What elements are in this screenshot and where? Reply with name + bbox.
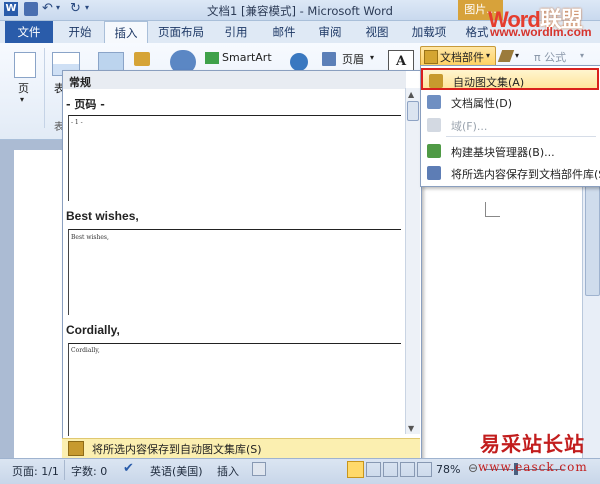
chevron-down-icon: ▾ [486,51,491,60]
status-page-count[interactable]: 页面: 1/1 [12,463,59,479]
menu-item-label: 构建基块管理器(B)... [451,146,555,159]
tab-references[interactable]: 引用 [214,21,258,43]
gallery-item-preview: Cordially, [71,347,100,354]
gallery-subheader: - 页码 - [66,98,105,111]
menu-item-building-blocks-organizer[interactable]: 构建基块管理器(B)... [421,140,599,162]
menu-item-autotext[interactable]: 自动图文集(A) [421,68,599,90]
menu-item-label: 将所选内容保存到文档部件库(S) [451,168,600,181]
hyperlink-icon[interactable] [290,53,308,71]
status-language[interactable]: 英语(美国) [150,463,203,479]
field-icon [427,118,441,132]
equation-button[interactable]: π 公式 [534,49,566,65]
margin-corner-mark [485,202,500,217]
menu-item-document-property[interactable]: 文档属性(D) [421,91,599,113]
print-layout-view-icon[interactable] [347,461,364,478]
gallery-item-best-wishes[interactable] [68,229,401,315]
status-divider [64,460,65,480]
zoom-out-icon[interactable]: ⊖ [468,461,478,475]
smartart-icon[interactable] [205,52,219,64]
status-insert-mode[interactable]: 插入 [217,463,239,479]
menu-separator [446,136,596,137]
chevron-down-icon[interactable]: ▾ [20,95,24,104]
smartart-button[interactable]: SmartArt [222,51,272,64]
header-button[interactable]: 页眉 [342,51,364,67]
tab-file[interactable]: 文件 [5,21,53,43]
vertical-scrollbar[interactable] [582,140,600,458]
gallery-item-preview: - 1 - [71,119,83,126]
save-to-autotext-label: 将所选内容保存到自动图文集库(S) [92,443,262,456]
pages-button-label[interactable]: 页 [18,80,29,96]
outline-view-icon[interactable] [400,462,415,477]
tab-home[interactable]: 开始 [58,21,102,43]
tab-addins[interactable]: 加载项 [403,21,455,43]
quick-parts-icon [424,50,438,64]
tab-view[interactable]: 视图 [355,21,399,43]
full-screen-reading-icon[interactable] [366,462,381,477]
watermark-site-name: 易采站长站 [480,432,585,456]
draft-view-icon[interactable] [417,462,432,477]
quick-parts-label: 文档部件 [440,51,484,64]
document-property-icon [427,95,441,109]
zoom-level[interactable]: 78% [436,463,460,476]
menu-item-save-to-quick-parts[interactable]: 将所选内容保存到文档部件库(S) [421,162,600,184]
scroll-down-icon[interactable]: ▼ [408,424,414,433]
watermark-site-url: www.easck.com [478,460,588,474]
clipart-icon[interactable] [134,52,150,66]
chevron-down-icon[interactable]: ▾ [370,53,374,62]
gallery-section-title: 常规 [69,76,91,89]
gallery-section-header [63,71,406,89]
gallery-scroll-thumb[interactable] [407,101,419,121]
menu-item-label: 域(F)... [451,120,488,133]
web-layout-icon[interactable] [383,462,398,477]
menu-item-field[interactable]: 域(F)... [421,114,599,136]
ribbon-divider [44,48,45,128]
gallery-item-preview: Best wishes, [71,234,109,241]
chevron-down-icon[interactable]: ▾ [580,51,584,60]
building-blocks-icon [427,144,441,158]
macro-record-icon[interactable] [252,462,266,476]
header-icon[interactable] [322,52,336,66]
menu-item-label: 文档属性(D) [451,97,513,110]
autotext-save-icon [68,441,84,456]
gallery-scrollbar[interactable] [405,88,420,434]
gallery-item-page-number[interactable] [68,115,401,201]
menu-item-label: 自动图文集(A) [453,76,525,89]
gallery-item-cordially[interactable] [68,343,401,436]
tab-page-layout[interactable]: 页面布局 [150,21,212,43]
watermark-url: www.wordlm.com [490,25,592,39]
tab-insert[interactable]: 插入 [104,21,148,44]
chevron-down-icon[interactable]: ▾ [515,51,519,60]
tab-mailings[interactable]: 邮件 [262,21,306,43]
autotext-icon [429,74,443,88]
gallery-item-title: Cordially, [66,323,120,337]
save-selection-icon [427,166,441,180]
cover-page-icon[interactable] [14,52,36,78]
scroll-up-icon[interactable]: ▲ [408,90,414,99]
gallery-item-title: Best wishes, [66,209,139,223]
proofing-icon[interactable]: ✔ [123,461,134,476]
status-word-count[interactable]: 字数: 0 [71,463,107,479]
tab-review[interactable]: 审阅 [308,21,352,43]
